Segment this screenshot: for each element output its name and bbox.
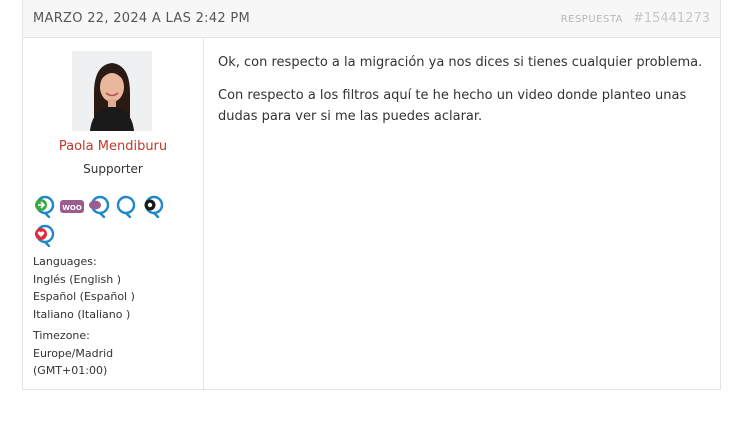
timezone-offset: (GMT+01:00) [33,364,108,377]
reply-label: RESPUESTA [560,14,623,25]
reply-paragraph: Ok, con respecto a la migración ya nos d… [218,55,703,70]
woocommerce-support-icon [87,194,111,219]
timezone-label: Timezone: [33,329,90,342]
reply-permalink[interactable]: #15441273 [633,11,710,26]
wpml-support-icon [33,194,57,219]
avatar-photo [72,51,152,131]
timezone-name: Europe/Madrid [33,346,114,360]
svg-text:WOO: WOO [62,204,82,212]
woo-badge: WOO [60,194,84,218]
languages-label: Languages: [33,255,97,268]
reply-content: Ok, con respecto a la migración ya nos d… [218,52,713,139]
badge-list: WOO [33,194,173,252]
author-role: Supporter [83,162,143,176]
support-icon [114,194,138,219]
author-name-link[interactable]: Paola Mendiburu [23,139,203,154]
reply-paragraph: Con respecto a los filtros aquí te he he… [218,88,687,124]
language-item: Italiano (Italiano ) [33,307,131,321]
author-timezone: Timezone: Europe/Madrid (GMT+01:00) [33,327,198,380]
author-languages: Languages: Inglés (English ) Español (Es… [33,253,198,323]
heart-support-icon [33,223,57,248]
reply-card: MARZO 22, 2024 A LAS 2:42 PM RESPUESTA #… [22,0,721,390]
reply-author: Paola Mendiburu Supporter WOO Languages:… [23,38,204,389]
reply-header: MARZO 22, 2024 A LAS 2:42 PM RESPUESTA #… [23,0,720,38]
translation-support-icon [141,194,165,219]
avatar[interactable] [72,51,152,131]
language-item: Inglés (English ) [33,272,122,286]
reply-date: MARZO 22, 2024 A LAS 2:42 PM [33,11,251,26]
language-item: Español (Español ) [33,290,135,303]
